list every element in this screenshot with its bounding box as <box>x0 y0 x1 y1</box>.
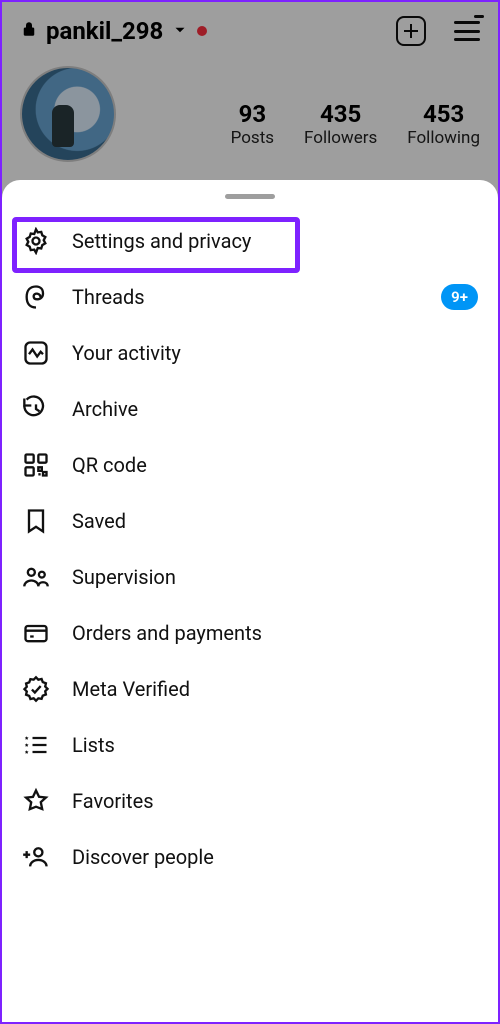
lists-icon <box>22 731 50 759</box>
menu-item-verified[interactable]: Meta Verified <box>2 661 498 717</box>
threads-icon <box>22 283 50 311</box>
menu-item-discover[interactable]: Discover people <box>2 829 498 885</box>
menu-item-label: Threads <box>72 285 145 309</box>
qr-icon <box>22 451 50 479</box>
menu-item-label: Saved <box>72 509 126 533</box>
verified-icon <box>22 675 50 703</box>
menu-item-favorites[interactable]: Favorites <box>2 773 498 829</box>
archive-icon <box>22 395 50 423</box>
options-menu: Settings and privacy Threads 9+ Your act… <box>2 213 498 885</box>
card-icon <box>22 619 50 647</box>
menu-item-label: Discover people <box>72 845 214 869</box>
threads-badge: 9+ <box>441 284 478 310</box>
activity-icon <box>22 339 50 367</box>
menu-item-label: Your activity <box>72 341 181 365</box>
star-icon <box>22 787 50 815</box>
sheet-grabber[interactable] <box>225 194 275 199</box>
menu-item-qr[interactable]: QR code <box>2 437 498 493</box>
discover-people-icon <box>22 843 50 871</box>
menu-item-label: Lists <box>72 733 115 757</box>
options-sheet: Settings and privacy Threads 9+ Your act… <box>2 180 498 1022</box>
menu-item-saved[interactable]: Saved <box>2 493 498 549</box>
app-frame: pankil_298 93 Posts <box>0 0 500 1024</box>
menu-item-lists[interactable]: Lists <box>2 717 498 773</box>
menu-item-activity[interactable]: Your activity <box>2 325 498 381</box>
menu-item-archive[interactable]: Archive <box>2 381 498 437</box>
menu-item-label: QR code <box>72 453 147 477</box>
menu-item-label: Favorites <box>72 789 154 813</box>
menu-item-label: Supervision <box>72 565 176 589</box>
menu-item-supervision[interactable]: Supervision <box>2 549 498 605</box>
menu-item-label: Archive <box>72 397 138 421</box>
gear-icon <box>22 227 50 255</box>
supervision-icon <box>22 563 50 591</box>
menu-item-label: Meta Verified <box>72 677 190 701</box>
bookmark-icon <box>22 507 50 535</box>
menu-item-label: Settings and privacy <box>72 229 251 253</box>
menu-item-label: Orders and payments <box>72 621 262 645</box>
menu-item-settings[interactable]: Settings and privacy <box>2 213 498 269</box>
menu-item-threads[interactable]: Threads 9+ <box>2 269 498 325</box>
menu-item-orders[interactable]: Orders and payments <box>2 605 498 661</box>
